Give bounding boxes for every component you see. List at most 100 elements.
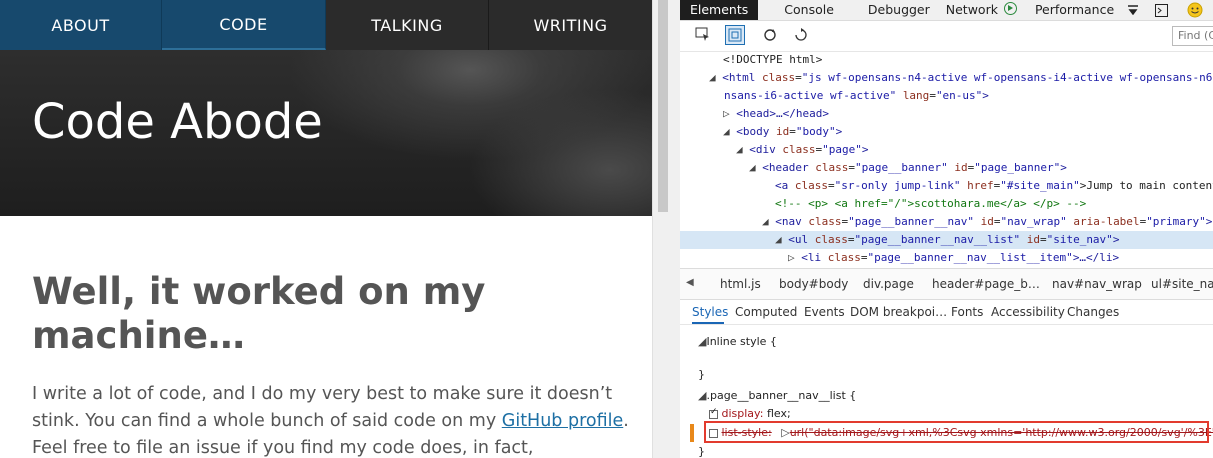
attr-name: class — [762, 71, 796, 84]
attr-value: "page__banner__nav" — [848, 215, 974, 228]
tab-changes[interactable]: Changes — [1067, 305, 1119, 319]
record-icon — [1003, 2, 1017, 15]
breadcrumb-item[interactable]: header#page_b… — [932, 277, 1040, 291]
dom-line-body[interactable]: ◢ <body id="body"> — [680, 123, 1213, 141]
change-state-icon[interactable] — [792, 25, 812, 45]
styles-tabbar: Styles Computed Events DOM breakpoi… Fon… — [680, 300, 1213, 325]
div-tag: <div — [749, 143, 776, 156]
dom-line-a[interactable]: <a class="sr-only jump-link" href="#site… — [680, 177, 1213, 195]
scrollbar-thumb[interactable] — [658, 0, 668, 212]
tab-debugger[interactable]: Debugger — [844, 0, 940, 20]
tab-dom-breakpoints[interactable]: DOM breakpoi… — [850, 305, 947, 319]
nav-code[interactable]: CODE — [162, 0, 326, 50]
a-tag: <a — [775, 179, 789, 192]
annotation-highlight-box — [704, 421, 1209, 443]
tab-network[interactable]: Network — [940, 0, 1027, 20]
inline-style-label: Inline style { — [706, 335, 777, 348]
attr-name: lang — [902, 89, 930, 102]
breadcrumb-item[interactable]: nav#nav_wrap — [1052, 277, 1142, 291]
doctype-text: <!DOCTYPE html> — [723, 53, 823, 66]
tab-elements[interactable]: Elements — [680, 0, 759, 20]
breadcrumb-item[interactable]: body#body — [779, 277, 848, 291]
attr-name: id — [954, 161, 968, 174]
nav-writing[interactable]: WRITING — [489, 0, 652, 50]
webpage-viewport: ABOUT CODE TALKING WRITING Code Abode We… — [0, 0, 652, 458]
dom-line-li[interactable]: ▷ <li class="page__banner__nav__list__it… — [680, 249, 1213, 267]
attr-name: class — [815, 161, 849, 174]
attr-value: "page" — [822, 143, 862, 156]
expanded-triangle-icon[interactable]: ◢ — [680, 215, 769, 228]
nav-about[interactable]: ABOUT — [0, 0, 162, 50]
nav-tag: <nav — [775, 215, 802, 228]
expanded-triangle-icon[interactable]: ◢ — [680, 143, 743, 156]
dom-line-comment[interactable]: <!-- <p> <a href="/">scottohara.me</a> <… — [680, 195, 1213, 213]
tab-styles[interactable]: Styles — [692, 305, 728, 319]
li-rest: >…</li> — [1072, 251, 1120, 264]
tab-events[interactable]: Events — [804, 305, 845, 319]
inline-style-rule[interactable]: ◢Inline style { — [698, 335, 777, 348]
collapsed-triangle-icon[interactable]: ▷ — [680, 251, 795, 264]
attr-name: class — [808, 215, 842, 228]
tab-performance[interactable]: Performance — [1027, 0, 1124, 20]
dom-line-doctype[interactable]: <!DOCTYPE html> — [680, 51, 1213, 69]
collapsed-triangle-icon[interactable]: ▷ — [680, 107, 730, 120]
dom-line-div[interactable]: ◢ <div class="page"> — [680, 141, 1213, 159]
attr-value: "page__banner" — [854, 161, 948, 174]
dom-line-head[interactable]: ▷ <head>…</head> — [680, 105, 1213, 123]
attr-value: "primary" — [1146, 215, 1206, 228]
tab-accessibility[interactable]: Accessibility — [991, 305, 1065, 319]
selector-label: .page__banner__nav__list { — [706, 389, 857, 402]
attr-name: href — [967, 179, 994, 192]
github-profile-link[interactable]: GitHub profile — [502, 411, 623, 431]
li-tag: <li — [801, 251, 822, 264]
expanded-triangle-icon[interactable]: ◢ — [680, 125, 730, 138]
breadcrumb-item[interactable]: div.page — [863, 277, 914, 291]
content-paragraph: I write a lot of code, and I do my very … — [32, 381, 632, 458]
attr-value: "nav_wrap" — [1000, 215, 1067, 228]
breadcrumb: ◀ html.js body#body div.page header#page… — [680, 268, 1213, 300]
attr-name: aria-label — [1073, 215, 1140, 228]
header-tag: <header — [762, 161, 809, 174]
page-scrollbar[interactable] — [652, 0, 681, 458]
refresh-dom-icon[interactable] — [760, 25, 780, 45]
dom-line-ul-selected[interactable]: ◢ <ul class="page__banner__nav__list" id… — [680, 231, 1213, 249]
active-tab-underline — [692, 322, 724, 324]
attr-value: "body" — [795, 125, 836, 138]
overflow-tabs-icon[interactable] — [1126, 0, 1140, 20]
expanded-triangle-icon[interactable]: ◢ — [680, 71, 716, 84]
rule-close-brace: } — [698, 445, 705, 458]
dom-line-html[interactable]: ◢ <html class="js wf-opensans-n4-active … — [680, 69, 1213, 87]
feedback-smiley-icon[interactable] — [1186, 0, 1204, 20]
dom-tree[interactable]: <!DOCTYPE html> ◢ <html class="js wf-ope… — [680, 51, 1213, 267]
attr-value: "page_banner" — [974, 161, 1061, 174]
page-title: Code Abode — [32, 94, 323, 150]
highlight-box-icon[interactable] — [725, 25, 745, 45]
changed-indicator — [690, 424, 694, 442]
expanded-triangle-icon[interactable]: ◢ — [680, 161, 756, 174]
nav-talking[interactable]: TALKING — [326, 0, 489, 50]
breadcrumb-item[interactable]: ul#site_nav — [1151, 277, 1213, 291]
attr-value: "en-us" — [935, 89, 983, 102]
prop-value: flex; — [766, 407, 791, 420]
breadcrumb-item[interactable]: html.js — [720, 277, 761, 291]
html-comment: <!-- <p> <a href="/">scottohara.me</a> <… — [775, 197, 1087, 210]
find-input[interactable]: Find (C — [1172, 26, 1213, 46]
expanded-triangle-icon[interactable]: ◢ — [680, 233, 782, 246]
declaration-display[interactable]: display: flex; — [709, 407, 791, 420]
attr-value: "page__banner__nav__list" — [854, 233, 1021, 246]
head-tag: <head>…</head> — [736, 107, 829, 120]
rule-close-brace: } — [698, 368, 705, 381]
display-checkbox[interactable] — [709, 407, 718, 419]
dom-line-html-cont[interactable]: nsans-i6-active wf-active" lang="en-us"> — [680, 87, 1213, 105]
tab-fonts[interactable]: Fonts — [951, 305, 983, 319]
attr-value: "site_nav" — [1046, 233, 1113, 246]
dom-line-header[interactable]: ◢ <header class="page__banner" id="page_… — [680, 159, 1213, 177]
console-drawer-icon[interactable] — [1154, 0, 1168, 20]
tab-computed[interactable]: Computed — [735, 305, 797, 319]
selector-rule[interactable]: ◢.page__banner__nav__list { — [698, 389, 856, 402]
select-element-icon[interactable] — [693, 25, 713, 45]
dom-line-nav[interactable]: ◢ <nav class="page__banner__nav" id="nav… — [680, 213, 1213, 231]
breadcrumb-left-arrow-icon[interactable]: ◀ — [686, 277, 694, 288]
site-nav: ABOUT CODE TALKING WRITING — [0, 0, 652, 50]
tab-console[interactable]: Console — [758, 0, 844, 20]
